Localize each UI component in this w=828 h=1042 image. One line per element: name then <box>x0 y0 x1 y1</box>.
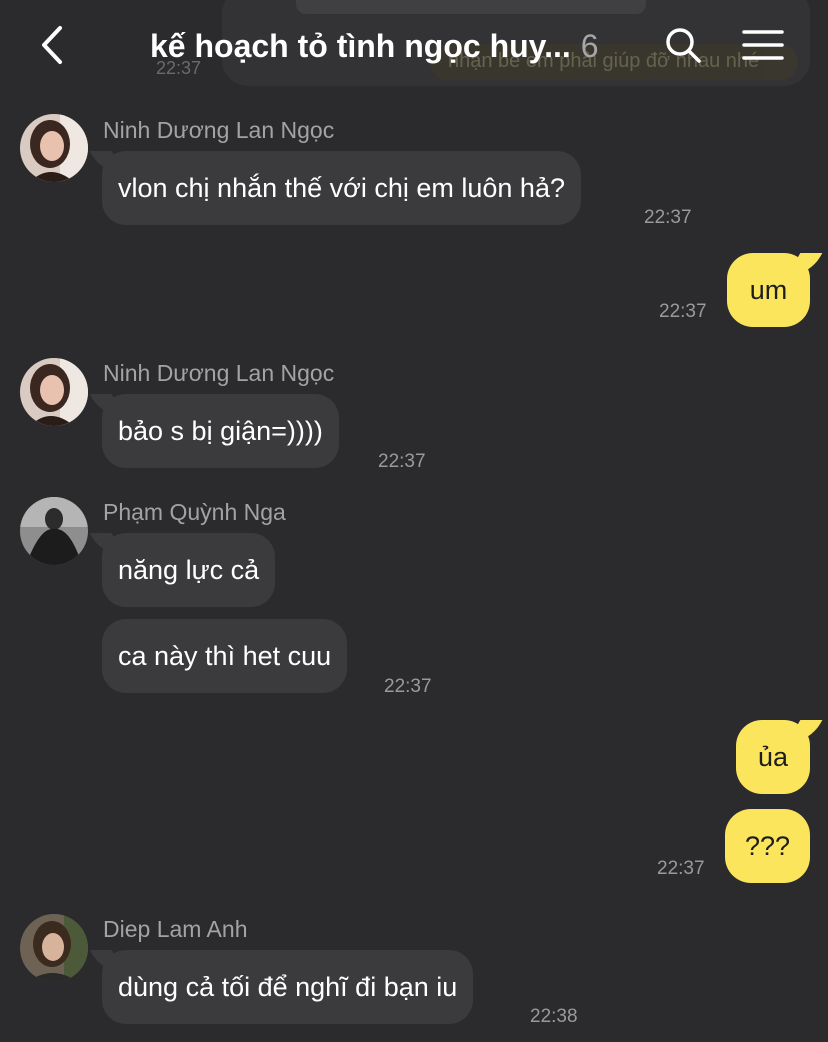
message-time: 22:37 <box>644 207 692 228</box>
message-text: ủa <box>757 741 789 772</box>
message-time: 22:38 <box>530 1006 578 1027</box>
sender-name: Ninh Dương Lan Ngọc <box>103 360 335 386</box>
avatar-ninh-duong-lan-ngoc[interactable] <box>20 114 88 182</box>
search-button[interactable] <box>660 22 706 68</box>
sender-name: Diep Lam Anh <box>103 916 248 942</box>
message-text: vlon chị nhắn thế với chị em luôn hả? <box>118 172 565 203</box>
message-text: dùng cả tối để nghĩ đi bạn iu <box>118 971 458 1002</box>
sender-name: Ninh Dương Lan Ngọc <box>103 117 335 143</box>
message-bubble-outgoing[interactable]: ??? <box>725 809 810 883</box>
avatar-diep-lam-anh[interactable] <box>20 914 88 982</box>
menu-button[interactable] <box>738 22 788 68</box>
chat-title-area[interactable]: kế hoạch tỏ tình ngọc huy... 6 <box>150 24 599 68</box>
message-bubble[interactable]: năng lực cả <box>102 533 276 607</box>
message-bubble[interactable]: bảo s bị giận=)))) <box>102 394 339 468</box>
message-text: năng lực cả <box>118 554 260 585</box>
member-count: 6 <box>580 27 599 64</box>
message-bubble[interactable]: vlon chị nhắn thế với chị em luôn hả? <box>102 151 581 225</box>
message-text: ca này thì het cuu <box>118 640 332 671</box>
message-bubble-outgoing[interactable]: um <box>727 253 810 327</box>
chevron-left-icon <box>42 26 62 64</box>
chat-title: kế hoạch tỏ tình ngọc huy... <box>150 27 571 64</box>
chat-screen: nhận be em phải giúp đỡ nhau nhé 22:37 k… <box>0 0 828 1042</box>
message-time: 22:37 <box>657 858 705 879</box>
hamburger-menu-icon <box>742 30 784 60</box>
sender-name: Phạm Quỳnh Nga <box>103 499 286 525</box>
chat-header: kế hoạch tỏ tình ngọc huy... 6 <box>0 0 828 90</box>
avatar-ninh-duong-lan-ngoc[interactable] <box>20 358 88 426</box>
message-text: bảo s bị giận=)))) <box>118 415 323 446</box>
message-time: 22:37 <box>378 451 426 472</box>
message-time: 22:37 <box>659 301 707 322</box>
avatar-pham-quynh-nga[interactable] <box>20 497 88 565</box>
message-bubble[interactable]: dùng cả tối để nghĩ đi bạn iu <box>102 950 474 1024</box>
message-time: 22:37 <box>384 676 432 697</box>
message-bubble[interactable]: ca này thì het cuu <box>102 619 348 693</box>
search-icon <box>666 28 701 63</box>
message-text: um <box>749 274 788 305</box>
message-bubble-outgoing[interactable]: ủa <box>736 720 810 794</box>
message-text: ??? <box>744 830 791 861</box>
back-button[interactable] <box>30 20 74 70</box>
